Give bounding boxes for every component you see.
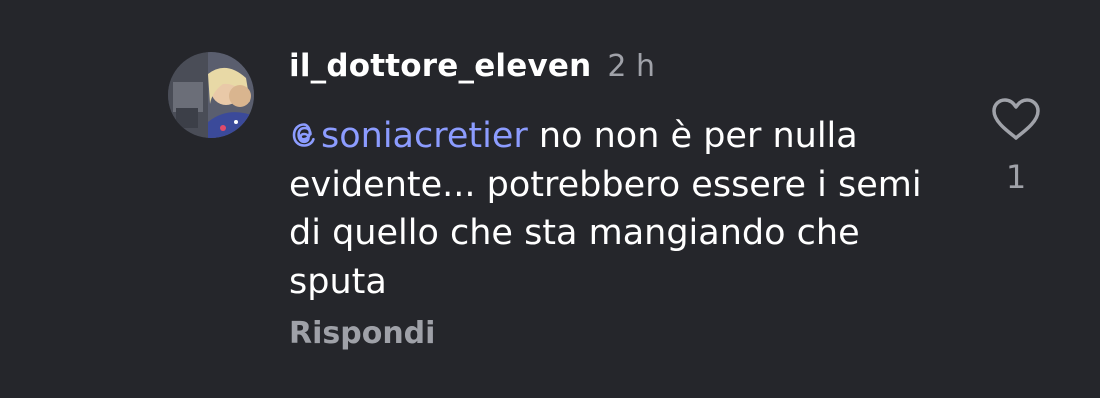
avatar[interactable] xyxy=(168,52,254,138)
like-button[interactable] xyxy=(988,96,1044,142)
comment-header: il_dottore_eleven 2 h xyxy=(289,48,655,96)
username[interactable]: il_dottore_eleven xyxy=(289,48,591,84)
like-count: 1 xyxy=(1005,158,1027,196)
heart-outline-icon xyxy=(992,98,1040,140)
reply-button[interactable]: Rispondi xyxy=(289,316,435,351)
threads-at-icon xyxy=(292,123,315,147)
mention-username: soniacretier xyxy=(321,116,528,156)
comment-text: soniacretier no non è per nulla evidente… xyxy=(289,112,949,306)
comment-item: il_dottore_eleven 2 h soniacretier no no… xyxy=(0,0,1100,398)
timestamp: 2 h xyxy=(607,49,656,84)
mention-link[interactable]: soniacretier xyxy=(289,116,528,156)
